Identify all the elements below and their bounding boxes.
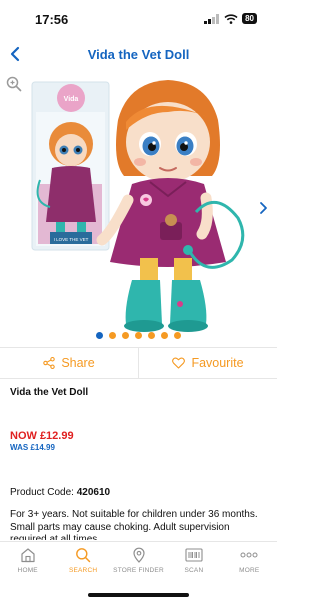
share-label: Share — [61, 356, 95, 370]
tab-more[interactable]: MORE — [222, 542, 277, 582]
more-dots-icon — [240, 552, 258, 558]
gallery-dot[interactable] — [135, 332, 142, 339]
status-icons: 80 — [204, 13, 257, 24]
gallery-dot[interactable] — [96, 332, 103, 339]
zoom-icon[interactable] — [6, 76, 22, 92]
box-brand-logo: Vida — [64, 96, 79, 103]
status-bar: 17:56 80 — [0, 0, 277, 38]
wifi-icon — [224, 13, 238, 24]
signal-icon — [204, 13, 220, 24]
action-bar: Share Favourite — [0, 347, 277, 379]
gallery-dot[interactable] — [122, 332, 129, 339]
tab-search[interactable]: SEARCH — [55, 542, 110, 582]
product-name: Vida the Vet Doll — [10, 387, 89, 398]
product-description: For 3+ years. Not suitable for children … — [10, 509, 258, 540]
home-indicator — [88, 593, 189, 597]
box-caption: I LOVE THE VET — [54, 237, 89, 242]
battery-icon: 80 — [242, 13, 257, 24]
now-price: NOW £12.99 — [10, 430, 74, 442]
product-image: Vida I LOVE THE VET — [31, 80, 245, 332]
home-icon — [21, 548, 35, 563]
nav-bar: Vida the Vet Doll — [0, 38, 277, 72]
status-time: 17:56 — [35, 12, 69, 27]
product-code-value: 420610 — [76, 487, 111, 498]
was-price: WAS £14.99 — [10, 443, 55, 452]
boxed-doll-image: Vida I LOVE THE VET — [31, 81, 110, 251]
gallery-dot[interactable] — [174, 332, 181, 339]
heart-icon — [172, 357, 186, 369]
gallery-pagination — [0, 332, 277, 339]
gallery-dot[interactable] — [161, 332, 168, 339]
favourite-button[interactable]: Favourite — [138, 348, 277, 378]
page-title: Vida the Vet Doll — [87, 47, 190, 62]
share-button[interactable]: Share — [0, 348, 138, 378]
doll-image — [96, 80, 245, 332]
tab-label: MORE — [239, 567, 260, 574]
gallery-dot[interactable] — [148, 332, 155, 339]
tab-label: SEARCH — [68, 567, 98, 574]
product-image-gallery[interactable]: Vida I LOVE THE VET — [0, 72, 277, 334]
tab-bar: HOME SEARCH STORE FINDER SCAN MORE — [0, 541, 277, 601]
product-code: Product Code: 420610 — [10, 487, 110, 498]
tab-home[interactable]: HOME — [0, 542, 55, 582]
tab-label: SCAN — [184, 567, 204, 574]
location-pin-icon — [132, 547, 145, 563]
product-code-label: Product Code: — [10, 487, 77, 498]
next-image-chevron-icon[interactable] — [257, 200, 269, 216]
search-icon — [76, 548, 91, 563]
tab-label: HOME — [17, 567, 38, 574]
tab-scan[interactable]: SCAN — [166, 542, 221, 582]
barcode-icon — [185, 548, 203, 562]
tab-label: STORE FINDER — [113, 567, 164, 574]
favourite-label: Favourite — [191, 356, 244, 370]
share-icon — [43, 357, 56, 369]
gallery-dot[interactable] — [109, 332, 116, 339]
tab-store-finder[interactable]: STORE FINDER — [111, 542, 166, 582]
